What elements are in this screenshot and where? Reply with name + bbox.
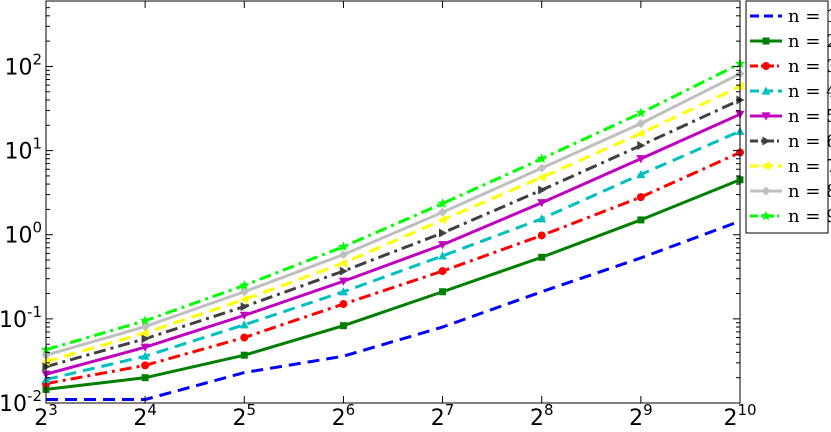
legend-label-n-5: n = 5 bbox=[788, 106, 831, 127]
legend-label-n-2: n = 2 bbox=[788, 31, 831, 52]
legend-label-n-7: n = 7 bbox=[788, 156, 831, 177]
y-tick-label: 10-1 bbox=[0, 303, 42, 333]
legend: n = 1 n = 2 n = 3 n = 4 n = 5 n = 6 n = 7 n = 8… bbox=[745, 0, 831, 234]
data-point-n-2 bbox=[339, 322, 347, 330]
data-point-n-2 bbox=[141, 374, 149, 382]
x-tick-label: 23 bbox=[34, 401, 58, 431]
legend-label-n-9: n = 9 bbox=[788, 206, 831, 227]
series-line-n-5 bbox=[45, 112, 741, 376]
x-tick-label: 25 bbox=[233, 401, 257, 431]
data-point-n-3 bbox=[339, 300, 348, 309]
data-point-n-7 bbox=[537, 172, 546, 182]
series-line-n-3 bbox=[45, 151, 741, 386]
data-point-n-3 bbox=[141, 361, 150, 370]
data-point-n-8 bbox=[438, 207, 448, 217]
legend-marker-n-2 bbox=[762, 37, 770, 45]
y-axis: 10-210-1100101102 bbox=[0, 0, 740, 417]
series-n-3 bbox=[42, 148, 744, 388]
series-line-n-9 bbox=[45, 62, 741, 352]
data-point-n-8 bbox=[338, 250, 348, 260]
x-tick-label: 26 bbox=[332, 401, 356, 431]
data-point-n-7 bbox=[338, 258, 348, 268]
data-point-n-7 bbox=[636, 128, 645, 138]
data-point-n-3 bbox=[537, 231, 546, 240]
legend-label-n-4: n = 4 bbox=[788, 81, 831, 102]
data-point-n-3 bbox=[240, 333, 249, 342]
y-tick-label: 101 bbox=[4, 135, 42, 165]
x-tick-label: 210 bbox=[723, 401, 756, 431]
series-layer bbox=[40, 58, 746, 402]
data-point-n-2 bbox=[240, 351, 248, 359]
y-tick-label: 100 bbox=[4, 219, 42, 249]
x-tick-label: 28 bbox=[530, 401, 554, 431]
legend-label-n-8: n = 8 bbox=[788, 181, 831, 202]
series-line-n-2 bbox=[45, 178, 741, 391]
legend-marker-n-3 bbox=[762, 62, 770, 70]
data-point-n-8 bbox=[537, 163, 547, 173]
data-point-n-2 bbox=[439, 288, 447, 296]
data-point-n-8 bbox=[239, 287, 249, 297]
data-point-n-6 bbox=[637, 140, 646, 150]
legend-label-n-3: n = 3 bbox=[788, 56, 831, 77]
line-chart: 23 24 25 26 27 28 29 210 10-210-1100101102 n = … bbox=[0, 0, 831, 431]
legend-label-n-6: n = 6 bbox=[788, 131, 831, 152]
data-point-n-3 bbox=[636, 193, 645, 202]
series-n-1 bbox=[46, 219, 741, 402]
y-tick-label: 102 bbox=[4, 50, 42, 80]
data-point-n-6 bbox=[438, 228, 448, 238]
data-point-n-6 bbox=[538, 185, 547, 195]
data-point-n-6 bbox=[339, 266, 348, 276]
legend-label-n-1: n = 1 bbox=[788, 6, 831, 27]
series-n-2 bbox=[42, 176, 744, 393]
data-point-n-4 bbox=[239, 320, 249, 329]
data-point-n-7 bbox=[438, 215, 447, 225]
data-point-n-2 bbox=[538, 253, 546, 261]
x-tick-label: 24 bbox=[133, 401, 157, 431]
series-line-n-1 bbox=[46, 219, 741, 402]
data-point-n-3 bbox=[438, 267, 447, 276]
data-point-n-2 bbox=[637, 216, 645, 224]
x-tick-label: 27 bbox=[431, 401, 455, 431]
x-tick-label: 29 bbox=[629, 401, 653, 431]
